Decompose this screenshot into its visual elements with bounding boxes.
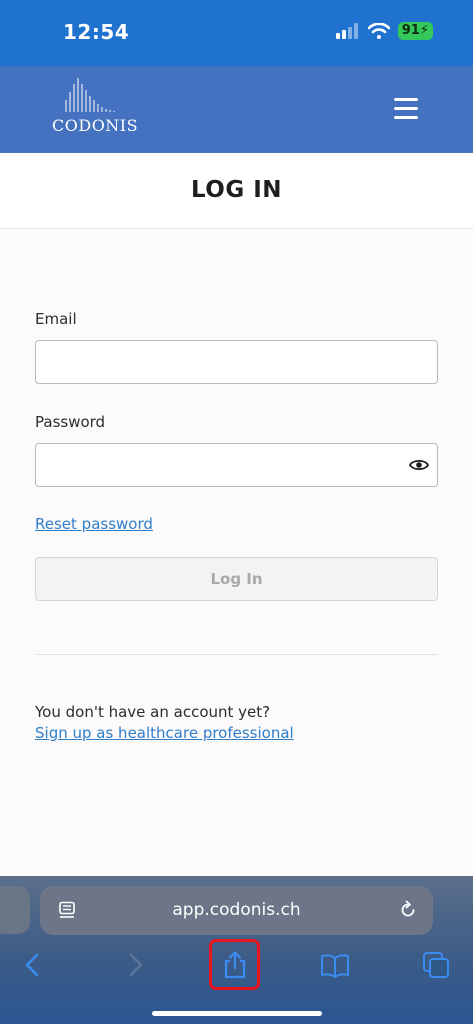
battery-level: 91 xyxy=(401,23,420,38)
reload-icon[interactable] xyxy=(398,900,418,920)
divider xyxy=(35,654,438,655)
hamburger-menu-button[interactable] xyxy=(394,98,420,120)
page-title: LOG IN xyxy=(190,177,283,203)
previous-tab-preview[interactable] xyxy=(0,886,30,934)
browser-toolbar: app.codonis.ch xyxy=(0,876,473,1024)
codonis-logo[interactable]: CODONIS xyxy=(52,78,139,140)
logo-bars-graphic xyxy=(65,78,115,112)
wifi-icon xyxy=(367,23,390,39)
tabs-icon[interactable] xyxy=(421,950,451,980)
home-indicator xyxy=(152,1011,322,1016)
signup-prompt: You don't have an account yet? xyxy=(35,703,271,721)
charging-bolt-icon: ⚡ xyxy=(419,23,429,38)
url-text: app.codonis.ch xyxy=(172,900,301,920)
forward-icon[interactable] xyxy=(120,950,150,980)
password-field-container xyxy=(35,443,438,487)
cellular-signal-icon xyxy=(335,23,358,39)
title-bar: LOG IN xyxy=(0,153,473,229)
email-field-container xyxy=(35,340,438,384)
status-icons: 91⚡ xyxy=(335,22,433,40)
login-button[interactable]: Log In xyxy=(35,557,438,601)
status-bar: 12:54 91⚡ xyxy=(0,0,473,66)
password-label: Password xyxy=(35,413,106,431)
reset-password-link[interactable]: Reset password xyxy=(35,515,153,533)
email-field[interactable] xyxy=(36,341,437,383)
address-bar[interactable]: app.codonis.ch xyxy=(40,886,433,935)
show-password-eye-icon[interactable] xyxy=(409,457,429,473)
menu-line xyxy=(394,107,418,110)
back-icon[interactable] xyxy=(18,950,48,980)
signup-link[interactable]: Sign up as healthcare professional xyxy=(35,724,294,742)
logo-text: CODONIS xyxy=(52,116,139,135)
menu-line xyxy=(394,116,418,119)
email-label: Email xyxy=(35,310,77,328)
battery-indicator: 91⚡ xyxy=(397,22,433,40)
app-header: CODONIS xyxy=(0,66,473,153)
status-time: 12:54 xyxy=(63,20,130,44)
password-field[interactable] xyxy=(36,444,437,486)
menu-line xyxy=(394,98,418,101)
share-icon[interactable] xyxy=(220,950,250,980)
bookmarks-icon[interactable] xyxy=(320,950,350,980)
